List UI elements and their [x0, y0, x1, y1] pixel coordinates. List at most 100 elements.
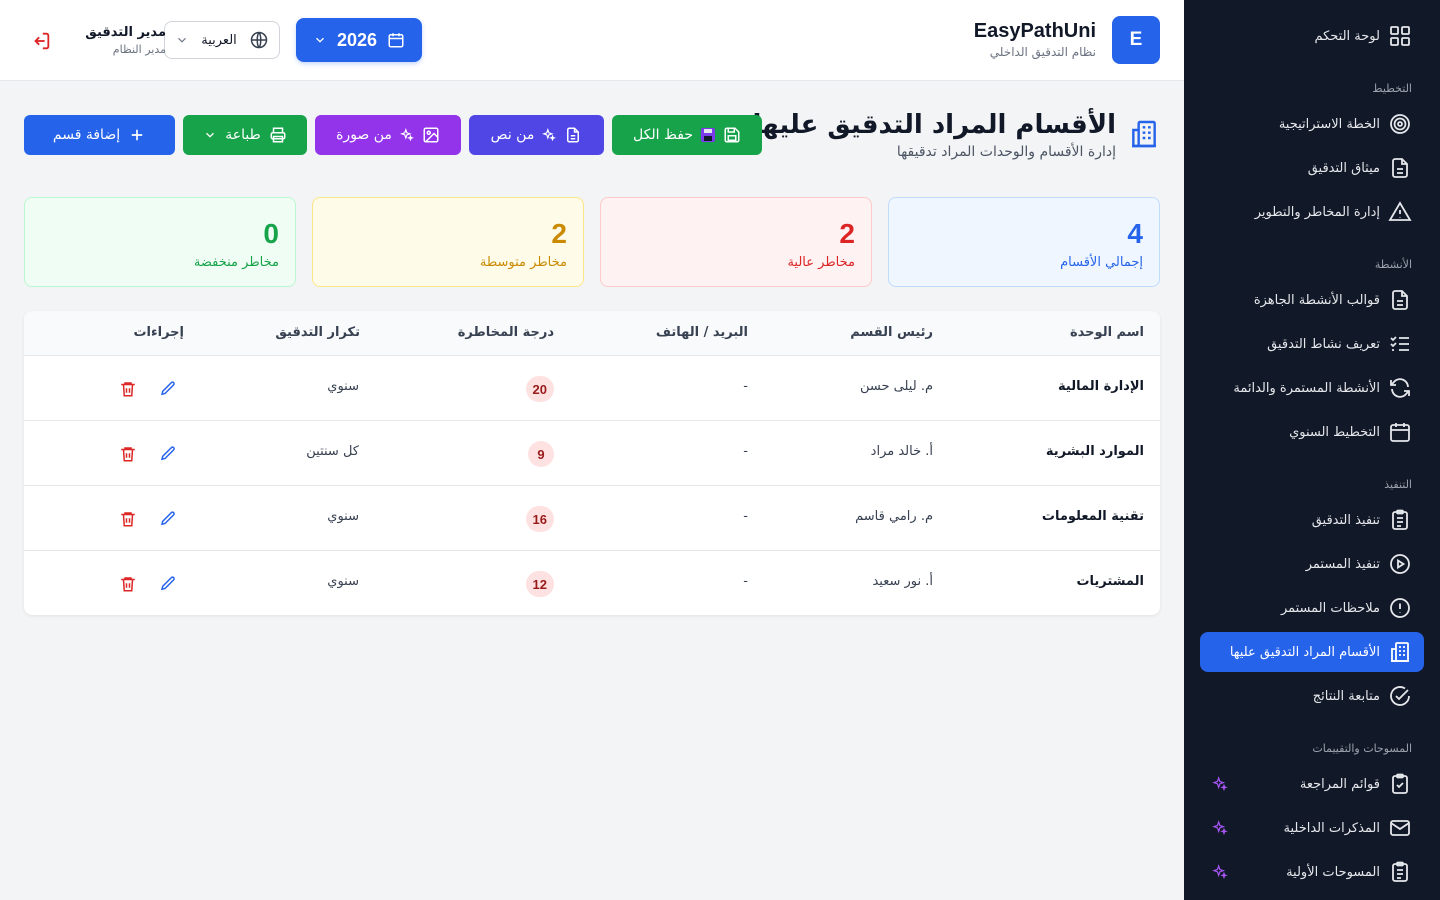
save-icon	[724, 127, 740, 143]
year-value: 2026	[336, 29, 378, 50]
column-header-head: رئيس القسم	[850, 325, 933, 340]
page-heading: الأقسام المراد التدقيق عليها إدارة الأقس…	[752, 108, 1116, 162]
unit-name: الموارد البشرية	[1045, 444, 1144, 459]
play-icon	[1390, 554, 1410, 574]
sidebar-item-label: المسوحات الأولية	[1286, 864, 1380, 880]
table-row: الموارد البشرية أ. خالد مراد - 9 كل سنتي…	[24, 421, 1160, 486]
audit-frequency: سنوي	[327, 509, 359, 524]
calendar-icon	[1390, 423, 1410, 442]
stat-card-low-risk: 0 مخاطر منخفضة	[24, 197, 296, 287]
table-row: الإدارة المالية م. ليلى حسن - 20 سنوي	[24, 356, 1160, 421]
plus-icon	[131, 129, 143, 141]
edit-icon[interactable]	[159, 380, 177, 398]
sparkles-icon	[1212, 776, 1228, 792]
sidebar-item-label: تنفيذ التدقيق	[1311, 512, 1380, 528]
target-icon	[1390, 114, 1410, 134]
save-all-button[interactable]: حفظ الكل	[612, 115, 762, 155]
table-row: تقنية المعلومات م. رامي قاسم - 16 سنوي	[24, 486, 1160, 551]
sidebar-item-results-followup[interactable]: متابعة النتائج	[1200, 676, 1424, 716]
edit-icon[interactable]	[159, 510, 177, 528]
clipboard-check-icon	[1392, 773, 1408, 794]
sidebar-item-audit-charter[interactable]: ميثاق التدقيق	[1200, 148, 1424, 188]
trash-icon[interactable]	[119, 380, 137, 398]
trash-icon[interactable]	[119, 510, 137, 528]
audit-frequency: سنوي	[327, 379, 359, 394]
stat-card-high-risk: 2 مخاطر عالية	[600, 197, 872, 287]
image-icon	[423, 127, 439, 143]
sidebar-item-audited-departments[interactable]: الأقسام المراد التدقيق عليها	[1200, 632, 1424, 672]
stat-value: 2	[551, 218, 567, 249]
sidebar-item-annual-planning[interactable]: التخطيط السنوي	[1200, 412, 1424, 452]
department-head: م. ليلى حسن	[860, 379, 933, 394]
edit-icon[interactable]	[159, 575, 177, 593]
user-name: مدير التدقيق	[85, 25, 166, 40]
sidebar-item-label: لوحة التحكم	[1314, 28, 1380, 44]
department-head: م. رامي قاسم	[855, 509, 933, 524]
checklist-icon	[1390, 336, 1409, 351]
unit-name: الإدارة المالية	[1058, 379, 1144, 394]
sidebar-item-dashboard[interactable]: لوحة التحكم	[1200, 16, 1424, 56]
sidebar-section-planning: التخطيط	[1372, 82, 1412, 95]
stat-label: مخاطر متوسطة	[479, 255, 567, 270]
app-logo: E	[1112, 16, 1160, 64]
sidebar-item-label: الخطة الاستراتيجية	[1278, 116, 1380, 132]
sidebar-item-label: المذكرات الداخلية	[1283, 820, 1381, 836]
document-icon	[1392, 158, 1408, 178]
sparkles-icon	[542, 128, 557, 142]
sidebar-item-continuous-execution[interactable]: تنفيذ المستمر	[1200, 544, 1424, 584]
sidebar-item-risk-management[interactable]: إدارة المخاطر والتطوير	[1200, 192, 1424, 232]
sidebar-item-continuous-notes[interactable]: ملاحظات المستمر	[1200, 588, 1424, 628]
from-image-button[interactable]: من صورة	[315, 115, 461, 155]
mail-icon	[1390, 820, 1410, 836]
sparkles-icon	[1212, 864, 1228, 880]
contact: -	[743, 444, 748, 459]
sidebar-item-label: متابعة النتائج	[1312, 688, 1380, 704]
stat-label: مخاطر منخفضة	[193, 255, 279, 270]
floppy-disk-icon	[700, 128, 715, 142]
print-button[interactable]: طباعة	[183, 115, 307, 155]
audit-frequency: سنوي	[327, 574, 359, 589]
language-value: العربية	[201, 32, 237, 48]
from-text-button[interactable]: من نص	[469, 115, 604, 155]
sidebar-item-activity-definition[interactable]: تعريف نشاط التدقيق	[1200, 324, 1424, 364]
column-header-frequency: تكرار التدقيق	[275, 325, 360, 340]
sparkles-icon	[1212, 820, 1228, 836]
warning-icon	[1388, 201, 1412, 221]
sidebar-item-label: التخطيط السنوي	[1289, 424, 1380, 440]
stat-label: مخاطر عالية	[787, 255, 855, 270]
chevron-down-icon	[316, 37, 324, 43]
department-head: أ. نور سعيد	[872, 574, 933, 589]
sidebar-item-checklists[interactable]: قوائم المراجعة	[1200, 764, 1424, 804]
audit-frequency: كل سنتين	[306, 444, 359, 459]
chevron-down-icon	[178, 37, 186, 43]
clipboard-icon	[1392, 509, 1408, 530]
department-head: أ. خالد مراد	[870, 444, 933, 459]
sidebar-item-initial-surveys[interactable]: المسوحات الأولية	[1200, 852, 1424, 892]
building-icon	[1391, 642, 1409, 662]
risk-score-badge: 12	[525, 571, 554, 597]
chevron-down-icon	[206, 132, 215, 138]
sidebar-item-audit-execution[interactable]: تنفيذ التدقيق	[1200, 500, 1424, 540]
stat-value: 0	[263, 218, 279, 249]
from-text-label: من نص	[490, 127, 535, 143]
risk-score-badge: 9	[528, 441, 554, 467]
sidebar-item-label: تعريف نشاط التدقيق	[1267, 336, 1380, 352]
contact: -	[743, 509, 748, 524]
sidebar-item-activity-templates[interactable]: قوالب الأنشطة الجاهزة	[1200, 280, 1424, 320]
add-department-button[interactable]: إضافة قسم	[24, 115, 175, 155]
sidebar-item-continuous-activities[interactable]: الأنشطة المستمرة والدائمة	[1200, 368, 1424, 408]
logout-icon[interactable]	[30, 30, 52, 52]
trash-icon[interactable]	[119, 445, 137, 463]
sidebar-item-label: ميثاق التدقيق	[1307, 160, 1380, 176]
sidebar-item-internal-memos[interactable]: المذكرات الداخلية	[1200, 808, 1424, 848]
refresh-icon	[1390, 378, 1410, 398]
sidebar-section-activities: الأنشطة	[1374, 258, 1412, 271]
globe-icon	[250, 31, 268, 49]
sidebar-item-strategic-plan[interactable]: الخطة الاستراتيجية	[1200, 104, 1424, 144]
year-selector[interactable]: 2026	[296, 18, 422, 62]
column-header-unit: اسم الوحدة	[1069, 325, 1144, 340]
page-title: الأقسام المراد التدقيق عليها	[752, 110, 1116, 140]
language-select[interactable]: العربية	[164, 21, 280, 59]
trash-icon[interactable]	[119, 575, 137, 593]
edit-icon[interactable]	[159, 445, 177, 463]
